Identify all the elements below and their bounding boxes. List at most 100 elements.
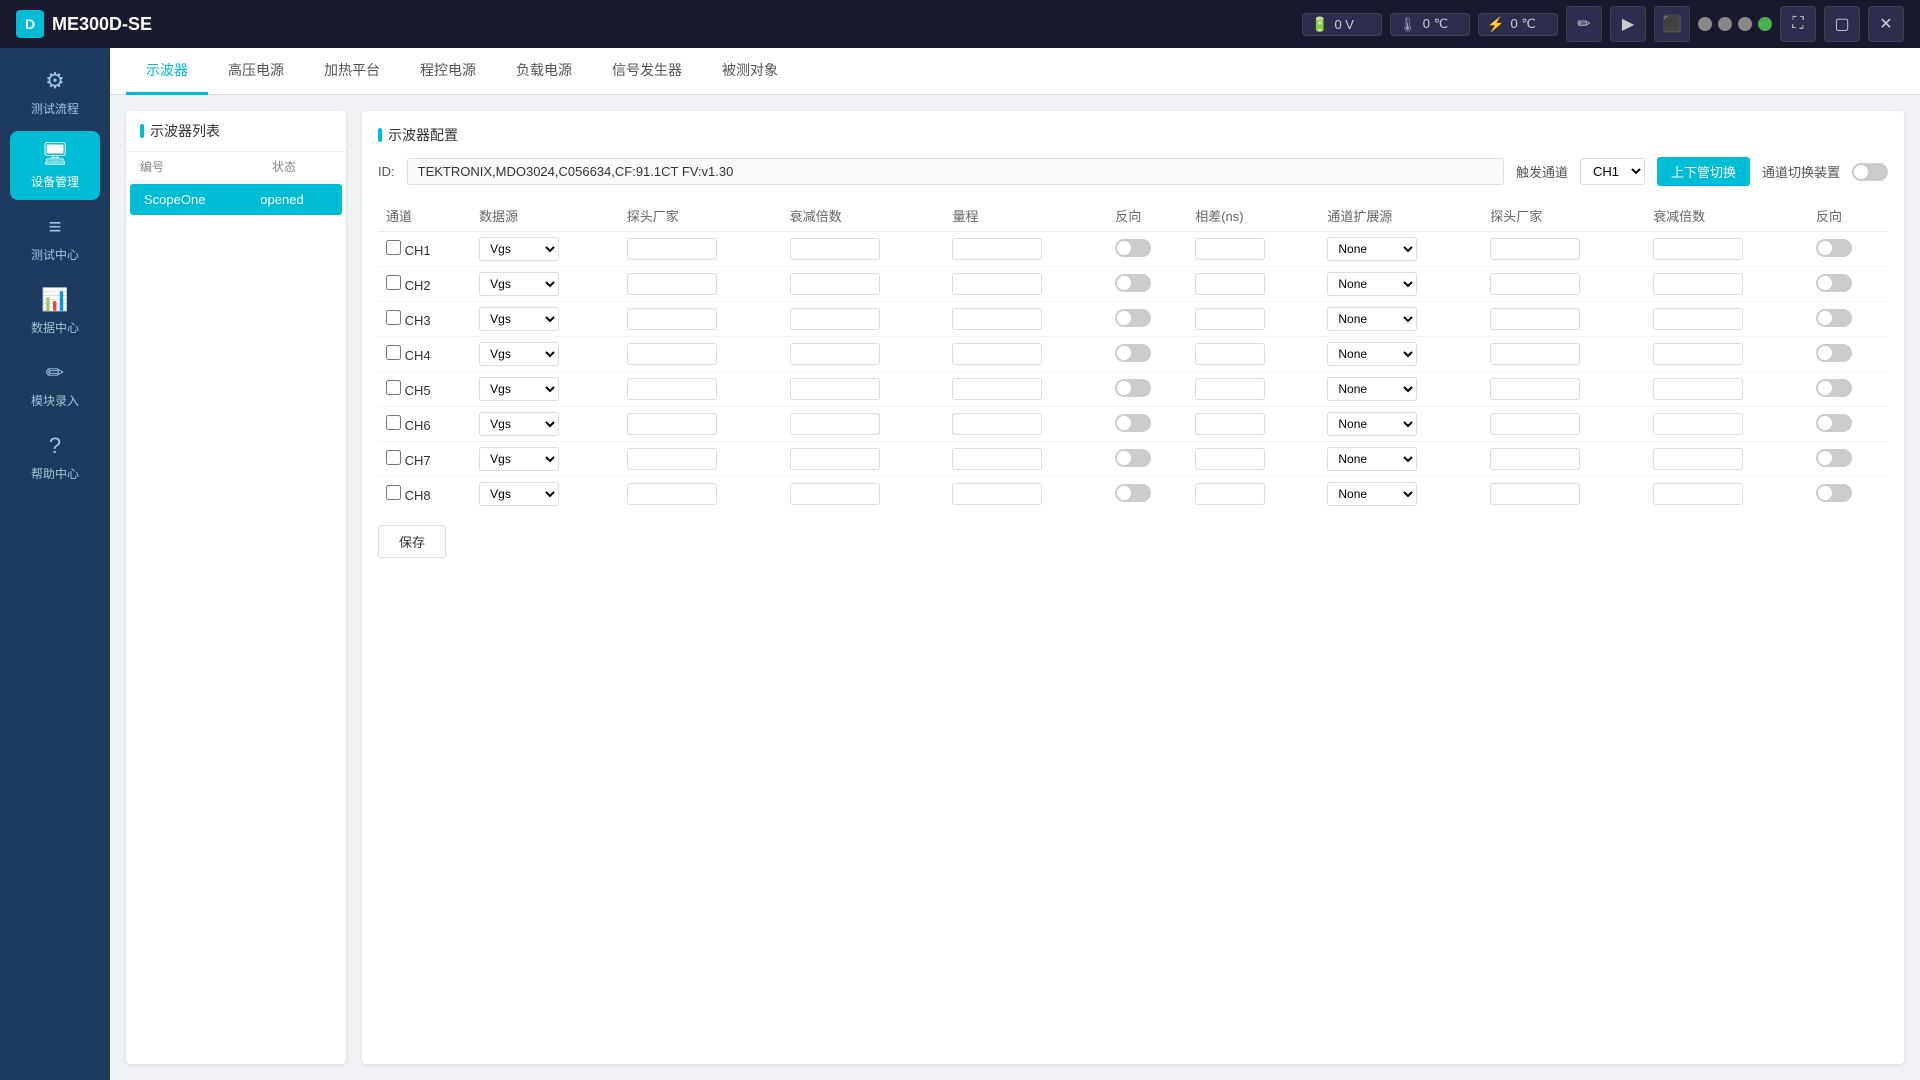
oscilloscope-list-row[interactable]: ScopeOne opened — [130, 184, 342, 215]
ch-ch5-attenuation[interactable] — [790, 378, 880, 400]
sidebar-item-test-center[interactable]: ≡ 测试中心 — [10, 204, 100, 273]
tab-signal-gen[interactable]: 信号发生器 — [592, 48, 702, 95]
ch-ch3-range[interactable] — [952, 308, 1042, 330]
ch-ch6-expand-attenuation[interactable] — [1653, 413, 1743, 435]
ch-ch6-probe-vendor[interactable] — [627, 413, 717, 435]
edit-button[interactable]: ✏ — [1566, 6, 1602, 42]
ch-ch8-checkbox[interactable] — [386, 485, 401, 500]
ch-ch8-probe-vendor[interactable] — [627, 483, 717, 505]
ch-ch6-reverse-toggle[interactable] — [1115, 414, 1151, 432]
ch-ch2-range[interactable] — [952, 273, 1042, 295]
ch-ch5-phase-diff[interactable] — [1195, 378, 1265, 400]
ch-ch8-attenuation[interactable] — [790, 483, 880, 505]
ch-ch2-expand-probe-vendor[interactable] — [1490, 273, 1580, 295]
ch-ch1-reverse-toggle[interactable] — [1115, 239, 1151, 257]
ch-ch3-phase-diff[interactable] — [1195, 308, 1265, 330]
ch-ch2-datasource[interactable]: VgsVdsId — [479, 272, 559, 296]
stop-button[interactable]: ⬛ — [1654, 6, 1690, 42]
ch-ch3-attenuation[interactable] — [790, 308, 880, 330]
close-button[interactable]: ✕ — [1868, 6, 1904, 42]
ch-ch2-expand-attenuation[interactable] — [1653, 273, 1743, 295]
ch-ch4-expand-probe-vendor[interactable] — [1490, 343, 1580, 365]
maximize-button[interactable]: ▢ — [1824, 6, 1860, 42]
ch-ch5-range[interactable] — [952, 378, 1042, 400]
ch-ch3-reverse-toggle[interactable] — [1115, 309, 1151, 327]
sidebar-item-device-mgmt[interactable]: 🖥 设备管理 — [10, 131, 100, 200]
ch-ch1-datasource[interactable]: VgsVdsId — [479, 237, 559, 261]
ch-ch8-expand-probe-vendor[interactable] — [1490, 483, 1580, 505]
tab-oscilloscope[interactable]: 示波器 — [126, 48, 208, 95]
ch-ch8-expand-source[interactable]: NoneCH1CH2CH3CH4 — [1327, 482, 1417, 506]
ch-ch8-phase-diff[interactable] — [1195, 483, 1265, 505]
ch-ch1-expand-attenuation[interactable] — [1653, 238, 1743, 260]
sidebar-item-help-center[interactable]: ? 帮助中心 — [10, 423, 100, 492]
ch-ch4-datasource[interactable]: VgsVdsId — [479, 342, 559, 366]
ch-ch7-phase-diff[interactable] — [1195, 448, 1265, 470]
tab-test-target[interactable]: 被测对象 — [702, 48, 798, 95]
ch-ch6-range[interactable] — [952, 413, 1042, 435]
ch-ch5-expand-reverse-toggle[interactable] — [1816, 379, 1852, 397]
ch-ch2-expand-reverse-toggle[interactable] — [1816, 274, 1852, 292]
ch-ch6-expand-probe-vendor[interactable] — [1490, 413, 1580, 435]
ch-ch4-range[interactable] — [952, 343, 1042, 365]
ch-ch5-expand-probe-vendor[interactable] — [1490, 378, 1580, 400]
channel-switch-toggle[interactable] — [1852, 163, 1888, 181]
expand-button[interactable]: ⛶ — [1780, 6, 1816, 42]
ch-ch4-reverse-toggle[interactable] — [1115, 344, 1151, 362]
save-button[interactable]: 保存 — [378, 525, 446, 558]
ch-ch4-phase-diff[interactable] — [1195, 343, 1265, 365]
ch-ch3-datasource[interactable]: VgsVdsId — [479, 307, 559, 331]
ch-ch7-expand-source[interactable]: NoneCH1CH2CH3CH4 — [1327, 447, 1417, 471]
tab-prog-power[interactable]: 程控电源 — [400, 48, 496, 95]
sidebar-item-module-entry[interactable]: ✏ 模块录入 — [10, 350, 100, 419]
ch-ch2-reverse-toggle[interactable] — [1115, 274, 1151, 292]
ch-ch4-probe-vendor[interactable] — [627, 343, 717, 365]
channel-switch-button[interactable]: 上下管切换 — [1657, 157, 1750, 186]
ch-ch8-reverse-toggle[interactable] — [1115, 484, 1151, 502]
ch-ch6-attenuation[interactable] — [790, 413, 880, 435]
ch-ch2-expand-source[interactable]: NoneCH1CH2CH3CH4 — [1327, 272, 1417, 296]
ch-ch8-expand-attenuation[interactable] — [1653, 483, 1743, 505]
ch-ch3-expand-reverse-toggle[interactable] — [1816, 309, 1852, 327]
trigger-channel-select[interactable]: CH1 CH2 CH3 CH4 — [1580, 158, 1645, 185]
ch-ch1-attenuation[interactable] — [790, 238, 880, 260]
ch-ch7-probe-vendor[interactable] — [627, 448, 717, 470]
ch-ch2-probe-vendor[interactable] — [627, 273, 717, 295]
ch-ch5-checkbox[interactable] — [386, 380, 401, 395]
play-button[interactable]: ▶ — [1610, 6, 1646, 42]
ch-ch3-expand-probe-vendor[interactable] — [1490, 308, 1580, 330]
ch-ch3-expand-attenuation[interactable] — [1653, 308, 1743, 330]
ch-ch1-range[interactable] — [952, 238, 1042, 260]
ch-ch4-expand-attenuation[interactable] — [1653, 343, 1743, 365]
ch-ch6-checkbox[interactable] — [386, 415, 401, 430]
ch-ch7-datasource[interactable]: VgsVdsId — [479, 447, 559, 471]
ch-ch6-expand-source[interactable]: NoneCH1CH2CH3CH4 — [1327, 412, 1417, 436]
ch-ch5-expand-attenuation[interactable] — [1653, 378, 1743, 400]
ch-ch7-expand-probe-vendor[interactable] — [1490, 448, 1580, 470]
ch-ch4-expand-source[interactable]: NoneCH1CH2CH3CH4 — [1327, 342, 1417, 366]
ch-ch2-attenuation[interactable] — [790, 273, 880, 295]
ch-ch3-checkbox[interactable] — [386, 310, 401, 325]
ch-ch7-reverse-toggle[interactable] — [1115, 449, 1151, 467]
ch-ch3-expand-source[interactable]: NoneCH1CH2CH3CH4 — [1327, 307, 1417, 331]
ch-ch5-expand-source[interactable]: NoneCH1CH2CH3CH4 — [1327, 377, 1417, 401]
ch-ch7-checkbox[interactable] — [386, 450, 401, 465]
ch-ch1-expand-probe-vendor[interactable] — [1490, 238, 1580, 260]
ch-ch1-expand-source[interactable]: NoneCH1CH2CH3CH4 — [1327, 237, 1417, 261]
ch-ch8-datasource[interactable]: VgsVdsId — [479, 482, 559, 506]
ch-ch5-datasource[interactable]: VgsVdsId — [479, 377, 559, 401]
ch-ch6-datasource[interactable]: VgsVdsId — [479, 412, 559, 436]
ch-ch4-expand-reverse-toggle[interactable] — [1816, 344, 1852, 362]
ch-ch1-probe-vendor[interactable] — [627, 238, 717, 260]
ch-ch4-checkbox[interactable] — [386, 345, 401, 360]
ch-ch8-expand-reverse-toggle[interactable] — [1816, 484, 1852, 502]
ch-ch6-expand-reverse-toggle[interactable] — [1816, 414, 1852, 432]
sidebar-item-data-center[interactable]: 📊 数据中心 — [10, 277, 100, 346]
ch-ch7-attenuation[interactable] — [790, 448, 880, 470]
ch-ch8-range[interactable] — [952, 483, 1042, 505]
tab-load-power[interactable]: 负载电源 — [496, 48, 592, 95]
sidebar-item-test-flow[interactable]: ⚙ 测试流程 — [10, 58, 100, 127]
ch-ch7-expand-attenuation[interactable] — [1653, 448, 1743, 470]
ch-ch7-expand-reverse-toggle[interactable] — [1816, 449, 1852, 467]
ch-ch5-probe-vendor[interactable] — [627, 378, 717, 400]
